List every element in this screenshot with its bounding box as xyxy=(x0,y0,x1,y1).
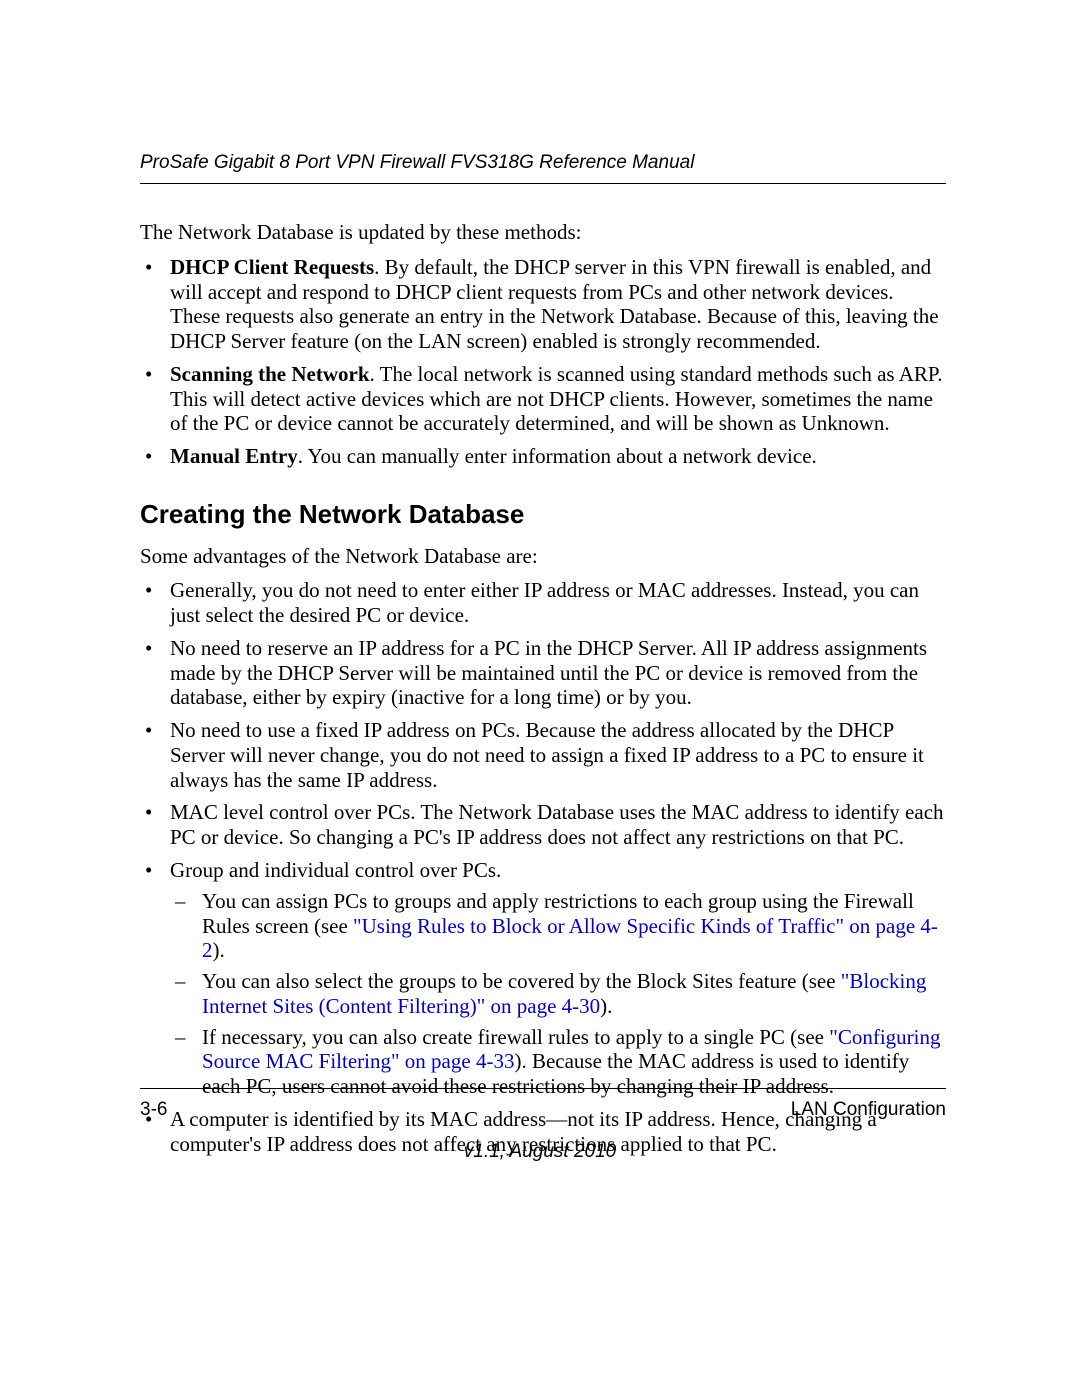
running-head: ProSafe Gigabit 8 Port VPN Firewall FVS3… xyxy=(140,152,946,184)
list-item: Manual Entry. You can manually enter inf… xyxy=(140,444,946,469)
method-title: DHCP Client Requests xyxy=(170,255,374,279)
method-title: Scanning the Network xyxy=(170,362,370,386)
advantages-list: Generally, you do not need to enter eith… xyxy=(140,578,946,1156)
sub-list-item: You can assign PCs to groups and apply r… xyxy=(170,889,946,963)
section-heading: Creating the Network Database xyxy=(140,499,946,530)
methods-list: DHCP Client Requests. By default, the DH… xyxy=(140,255,946,469)
intro-paragraph: The Network Database is updated by these… xyxy=(140,220,946,245)
sub-text-pre: You can also select the groups to be cov… xyxy=(202,969,841,993)
document-page: ProSafe Gigabit 8 Port VPN Firewall FVS3… xyxy=(0,0,1080,1397)
method-title: Manual Entry xyxy=(170,444,298,468)
version-line: v1.1, August 2010 xyxy=(0,1141,1080,1163)
sub-list: You can assign PCs to groups and apply r… xyxy=(170,889,946,1099)
method-text: . You can manually enter information abo… xyxy=(298,444,817,468)
page-number: 3-6 xyxy=(140,1099,167,1121)
list-item: MAC level control over PCs. The Network … xyxy=(140,800,946,850)
sub-text-pre: If necessary, you can also create firewa… xyxy=(202,1025,829,1049)
body-text: The Network Database is updated by these… xyxy=(140,220,946,1156)
advantage-text: Group and individual control over PCs. xyxy=(170,858,501,882)
sub-list-item: You can also select the groups to be cov… xyxy=(170,969,946,1019)
list-item: Group and individual control over PCs. Y… xyxy=(140,858,946,1099)
page-content: ProSafe Gigabit 8 Port VPN Firewall FVS3… xyxy=(140,152,946,1156)
sub-text-post: ). xyxy=(213,938,225,962)
sub-text-post: ). xyxy=(600,994,612,1018)
footer-section-name: LAN Configuration xyxy=(791,1099,946,1121)
page-footer: 3-6 LAN Configuration xyxy=(140,1088,946,1121)
list-item: No need to reserve an IP address for a P… xyxy=(140,636,946,710)
list-item: Generally, you do not need to enter eith… xyxy=(140,578,946,628)
section-intro: Some advantages of the Network Database … xyxy=(140,544,946,569)
list-item: Scanning the Network. The local network … xyxy=(140,362,946,436)
list-item: No need to use a fixed IP address on PCs… xyxy=(140,718,946,792)
list-item: DHCP Client Requests. By default, the DH… xyxy=(140,255,946,354)
